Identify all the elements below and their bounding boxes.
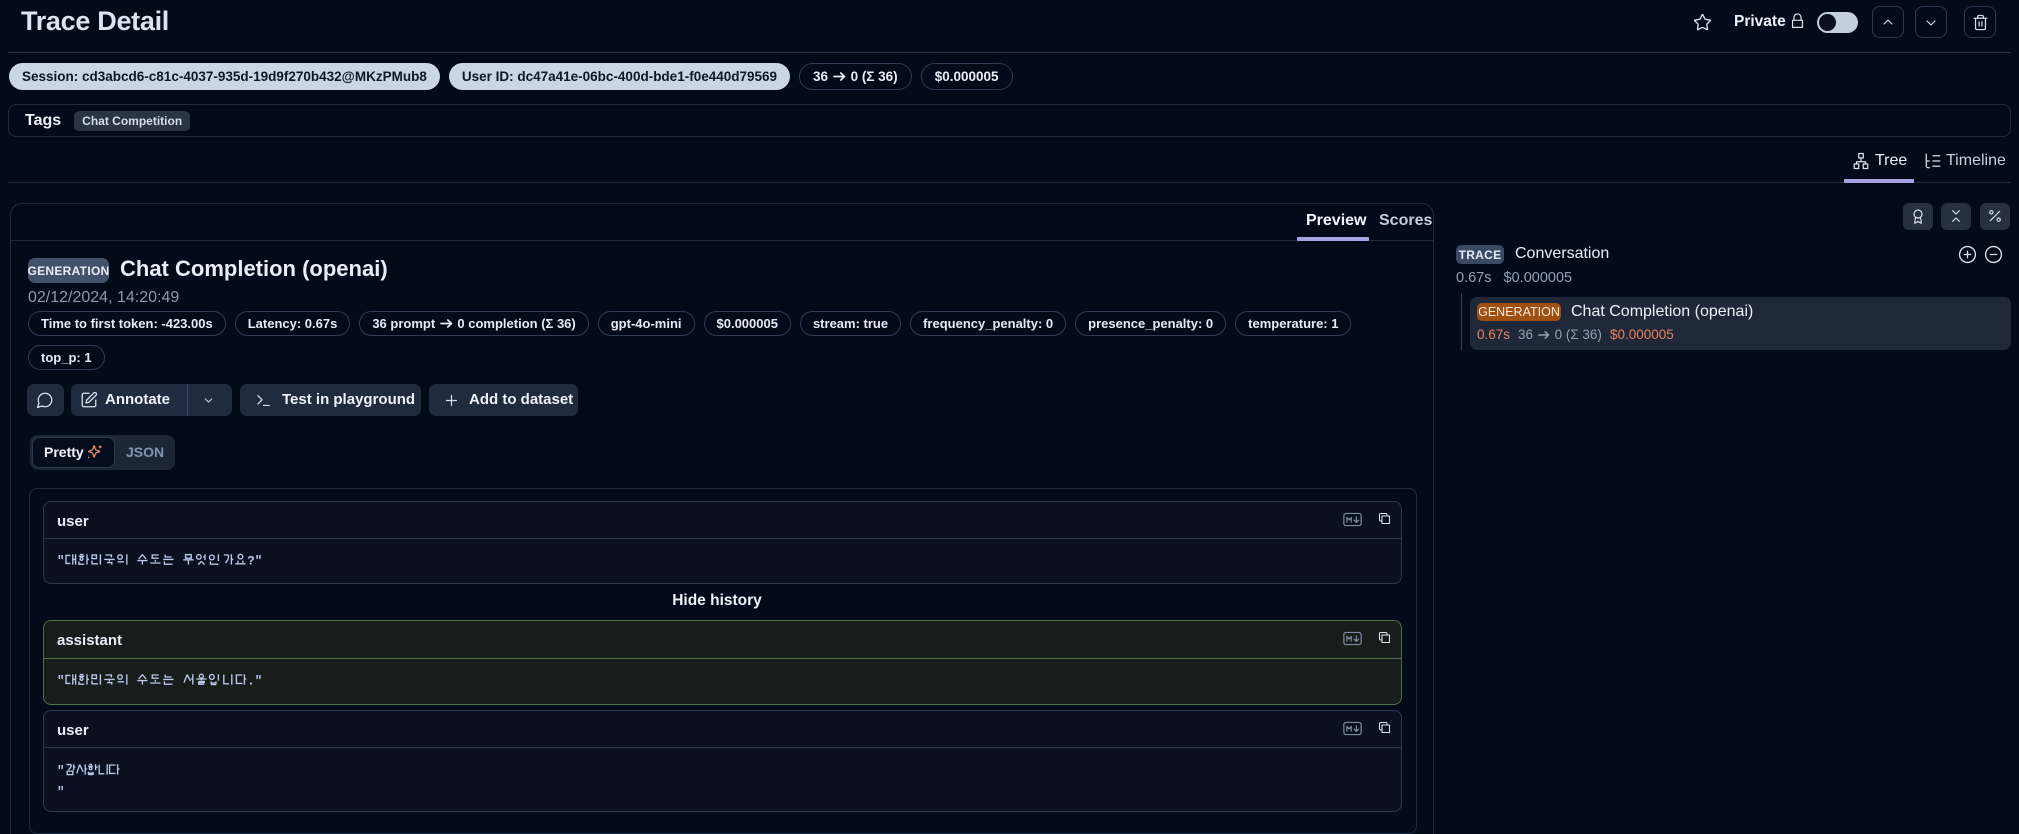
svg-text:": "	[57, 765, 65, 779]
svg-text:?": ?"	[247, 555, 262, 569]
svg-text:.": ."	[247, 675, 262, 689]
svg-text:": "	[57, 675, 65, 689]
svg-text:": "	[57, 555, 65, 569]
svg-text:": "	[57, 786, 65, 800]
